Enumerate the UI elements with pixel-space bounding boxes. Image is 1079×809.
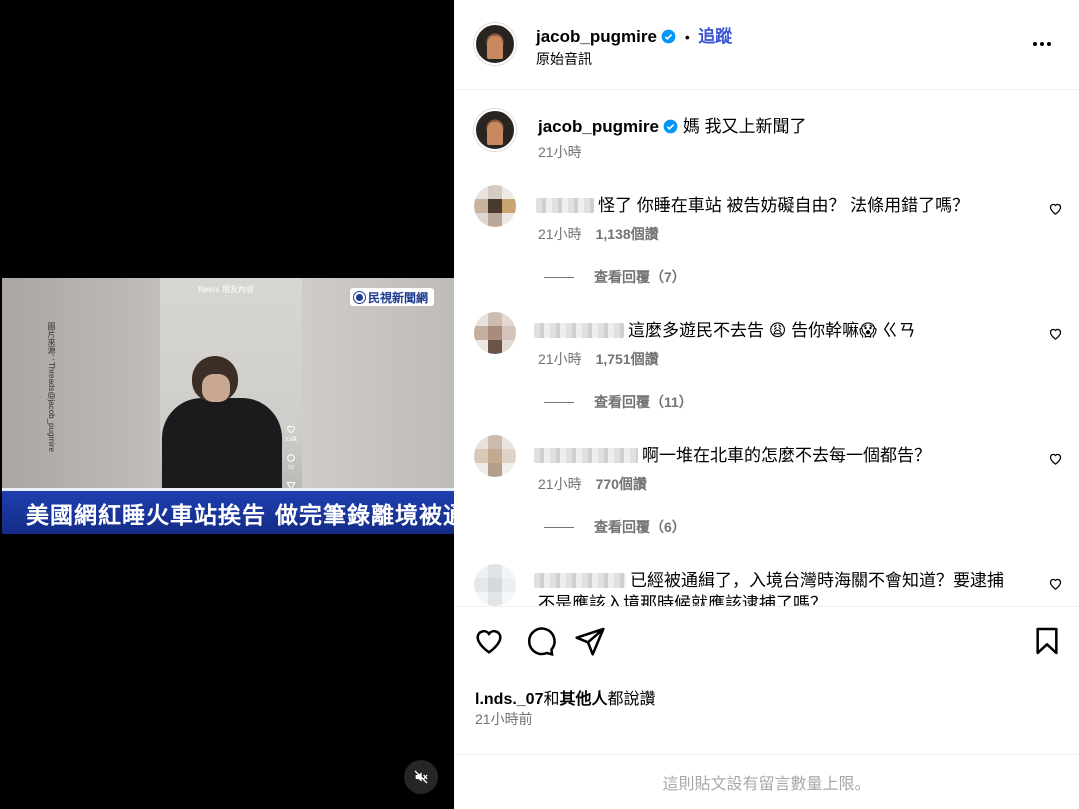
comment-line: 已經被通緝了，入境台灣時海關不會知道？要逮捕 xyxy=(534,566,1004,591)
post-header: jacob_pugmire • 追蹤 原始音訊 xyxy=(454,0,1079,90)
follow-button[interactable]: 追蹤 xyxy=(698,27,732,46)
like-heart-icon[interactable] xyxy=(473,625,505,657)
likes-summary[interactable]: l.nds._07和其他人都說讚 xyxy=(475,685,656,709)
comments-section[interactable]: jacob_pugmire 媽 我又上新聞了 21小時 怪了 你睡在車站 被告妨… xyxy=(454,90,1079,606)
comment-like-heart-icon[interactable] xyxy=(1048,451,1063,466)
media-viewer: Reels 朋友內容 圖片來源：Threads@jacob_pugmire 3.… xyxy=(0,0,454,809)
author-avatar[interactable] xyxy=(474,23,516,65)
mute-icon xyxy=(414,770,428,784)
news-logo: 民視新聞網 xyxy=(350,288,435,306)
comment-time: 21小時 xyxy=(538,476,582,492)
comment-meta: 21小時 1,138個讚 xyxy=(538,224,659,244)
bookmark-icon[interactable] xyxy=(1031,625,1063,657)
likes-and: 和 xyxy=(543,691,560,708)
reel-side-icons: 3.9萬 53 xyxy=(284,424,298,491)
comment-likes[interactable]: 1,138個讚 xyxy=(596,226,659,242)
more-icon-dot xyxy=(1040,42,1044,46)
news-logo-icon xyxy=(354,291,365,303)
comment-likes[interactable]: 1,751個讚 xyxy=(596,351,659,367)
comment-username-redacted[interactable] xyxy=(534,448,638,463)
comment-text-continued: 不是應該入境那時候就應該逮捕了嗎？ xyxy=(538,594,827,606)
reel-like-count: 3.9萬 xyxy=(285,437,297,443)
likes-others[interactable]: 其他人 xyxy=(560,691,608,708)
likes-suffix: 都說讚 xyxy=(607,691,656,708)
view-replies-button[interactable]: 查看回覆（7） xyxy=(544,267,686,287)
view-replies-label: 查看回覆（7） xyxy=(594,269,686,285)
more-icon xyxy=(1033,42,1037,46)
comment-likes[interactable]: 770個讚 xyxy=(596,476,647,492)
verified-icon xyxy=(664,119,678,134)
comment-like-heart-icon[interactable] xyxy=(1048,326,1063,341)
comment-meta: 21小時 770個讚 xyxy=(538,474,647,494)
view-replies-label: 查看回覆（6） xyxy=(594,519,686,535)
share-icon[interactable] xyxy=(574,625,606,657)
caption-avatar[interactable] xyxy=(474,109,516,151)
caption-username[interactable]: jacob_pugmire xyxy=(538,117,659,136)
more-options-button[interactable] xyxy=(1033,36,1055,52)
comment-time: 21小時 xyxy=(538,351,582,367)
comment-avatar[interactable] xyxy=(474,312,516,354)
author-username[interactable]: jacob_pugmire xyxy=(536,27,657,46)
likes-user[interactable]: l.nds._07 xyxy=(475,691,543,708)
comment-limit-notice: 這則貼文設有留言數量上限。 xyxy=(454,754,1079,809)
comment-icon[interactable] xyxy=(524,625,556,657)
post-time[interactable]: 21小時前 xyxy=(475,709,533,729)
author-line: jacob_pugmire • 追蹤 xyxy=(536,22,732,47)
replies-line xyxy=(544,401,574,403)
reel-heart-icon xyxy=(287,425,295,434)
action-bar: l.nds._07和其他人都說讚 21小時前 xyxy=(454,606,1079,754)
comment-text: 已經被通緝了，入境台灣時海關不會知道？要逮捕 xyxy=(630,571,1004,590)
view-replies-button[interactable]: 查看回覆（11） xyxy=(544,392,693,412)
mute-button[interactable] xyxy=(404,760,438,794)
caption-text: 媽 我又上新聞了 xyxy=(682,117,807,136)
verified-icon xyxy=(662,29,676,44)
reel-comment-icon xyxy=(287,454,295,462)
comment-like-heart-icon[interactable] xyxy=(1048,576,1063,591)
comment-time: 21小時 xyxy=(538,226,582,242)
news-headline: 美國網紅睡火車站挨告 做完筆錄離境被通緝 xyxy=(26,503,454,529)
person-face xyxy=(202,374,230,402)
original-audio-link[interactable]: 原始音訊 xyxy=(536,49,592,69)
reel-comment-count: 53 xyxy=(288,465,294,471)
view-replies-button[interactable]: 查看回覆（6） xyxy=(544,517,686,537)
comment-text: 啊一堆在北車的怎麼不去每一個都告？ xyxy=(642,446,931,465)
post-panel: jacob_pugmire • 追蹤 原始音訊 jacob_pugmire 媽 … xyxy=(454,0,1079,809)
reel-label: Reels 朋友內容 xyxy=(198,285,254,294)
comment-avatar[interactable] xyxy=(474,185,516,227)
replies-line xyxy=(544,526,574,528)
comment-username-redacted[interactable] xyxy=(534,323,624,338)
comment-username-redacted[interactable] xyxy=(534,573,626,588)
comment-meta: 21小時 1,751個讚 xyxy=(538,349,659,369)
comment-line: 啊一堆在北車的怎麼不去每一個都告？ xyxy=(534,441,931,466)
view-replies-label: 查看回覆（11） xyxy=(594,394,693,410)
more-icon-dot xyxy=(1047,42,1051,46)
reel-video[interactable]: Reels 朋友內容 圖片來源：Threads@jacob_pugmire 3.… xyxy=(2,278,454,534)
news-logo-text: 民視新聞網 xyxy=(368,290,429,305)
comment-like-heart-icon[interactable] xyxy=(1048,201,1063,216)
comment-avatar[interactable] xyxy=(474,435,516,477)
caption-time: 21小時 xyxy=(538,144,582,160)
header-separator: • xyxy=(684,29,690,45)
caption-line: jacob_pugmire 媽 我又上新聞了 xyxy=(538,112,807,137)
comment-line: 怪了 你睡在車站 被告妨礙自由？ 法條用錯了嗎？ xyxy=(536,191,969,216)
comment-username-redacted[interactable] xyxy=(536,198,594,213)
comment-line: 這麼多遊民不去告 😩 告你幹嘛😱 ㄍㄢ xyxy=(534,316,916,341)
comment-text: 這麼多遊民不去告 😩 告你幹嘛😱 ㄍㄢ xyxy=(628,321,916,340)
comment-avatar[interactable] xyxy=(474,564,516,606)
headline-bar: 美國網紅睡火車站挨告 做完筆錄離境被通緝 xyxy=(2,488,454,534)
replies-line xyxy=(544,276,574,278)
comment-text: 怪了 你睡在車站 被告妨礙自由？ 法條用錯了嗎？ xyxy=(598,196,970,215)
video-watermark: 圖片來源：Threads@jacob_pugmire xyxy=(47,322,56,452)
